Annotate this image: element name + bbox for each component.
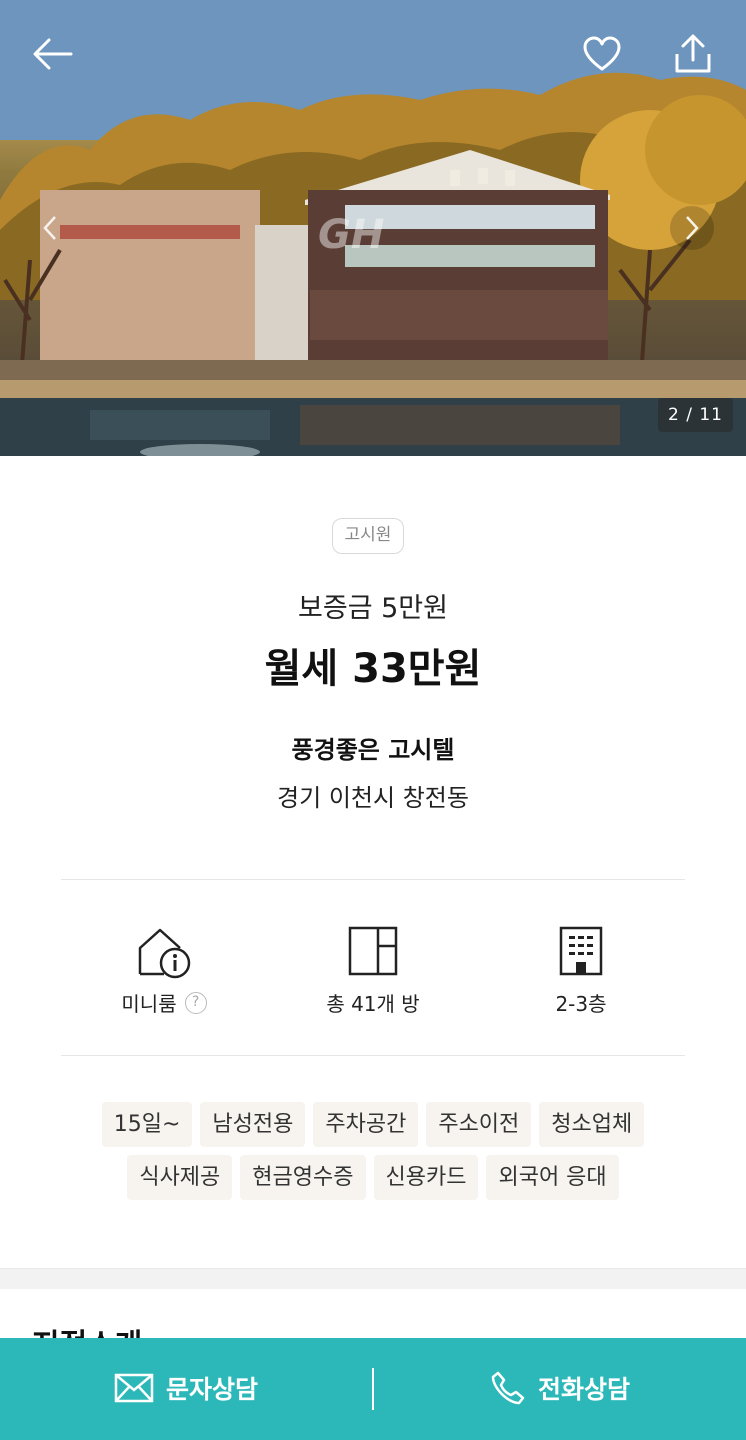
call-consult-label: 전화상담	[537, 1375, 630, 1404]
tag-item: 식사제공	[127, 1155, 233, 1200]
tag-item: 주차공간	[313, 1102, 419, 1147]
next-photo-button[interactable]	[670, 206, 714, 250]
spec-floors: 2-3층	[481, 926, 681, 1017]
tag-item: 신용카드	[373, 1155, 479, 1200]
deposit-price: 보증금 5만원	[298, 593, 448, 624]
monthly-rent: 월세 33만원	[264, 646, 482, 692]
previous-photo-button[interactable]	[28, 206, 72, 250]
chevron-left-icon	[43, 216, 56, 240]
tag-item: 남성전용	[200, 1102, 306, 1147]
back-button[interactable]	[28, 30, 76, 78]
category-badge: 고시원	[332, 518, 404, 554]
house-info-icon	[138, 928, 191, 979]
share-button[interactable]	[669, 30, 717, 78]
divider	[61, 1055, 685, 1056]
envelope-icon	[114, 1373, 154, 1403]
heart-icon	[583, 36, 621, 71]
listing-title: 풍경좋은 고시텔	[291, 736, 455, 764]
section-separator	[0, 1268, 746, 1289]
listing-photo[interactable]: GH 2 / 11	[0, 0, 746, 456]
tag-item: 주소이전	[426, 1102, 532, 1147]
sms-consult-button[interactable]: 문자상담	[0, 1338, 372, 1438]
back-arrow-icon	[33, 38, 73, 70]
photo-watermark: GH	[318, 212, 385, 258]
help-icon-glyph: ?	[191, 993, 200, 1010]
listing-address: 경기 이천시 창전동	[277, 784, 469, 812]
chevron-right-icon	[686, 216, 699, 240]
call-consult-button[interactable]: 전화상담	[374, 1338, 746, 1438]
share-icon	[675, 34, 711, 73]
spec-total-rooms: 총 41개 방	[273, 926, 473, 1017]
help-icon[interactable]: ?	[184, 991, 207, 1014]
total-rooms-label: 총 41개 방	[326, 992, 420, 1016]
floorplan-icon	[348, 926, 398, 976]
bottom-action-bar: 문자상담 전화상담	[0, 1338, 746, 1440]
favorite-button[interactable]	[578, 30, 626, 78]
tag-item: 현금영수증	[240, 1155, 366, 1200]
room-type-label: 미니룸	[121, 992, 177, 1016]
tag-item: 외국어 응대	[486, 1155, 619, 1200]
feature-tags: 15일~ 남성전용 주차공간 주소이전 청소업체 식사제공 현금영수증 신용카드…	[60, 1102, 686, 1200]
phone-icon	[491, 1371, 525, 1405]
spec-room-type: 미니룸 ?	[64, 926, 264, 1017]
divider	[61, 879, 685, 880]
tag-item: 15일~	[101, 1102, 193, 1147]
photo-counter: 2 / 11	[658, 398, 733, 432]
building-icon	[559, 926, 603, 976]
floors-label: 2-3층	[555, 992, 607, 1016]
sms-consult-label: 문자상담	[165, 1375, 258, 1404]
tag-item: 청소업체	[539, 1102, 645, 1147]
